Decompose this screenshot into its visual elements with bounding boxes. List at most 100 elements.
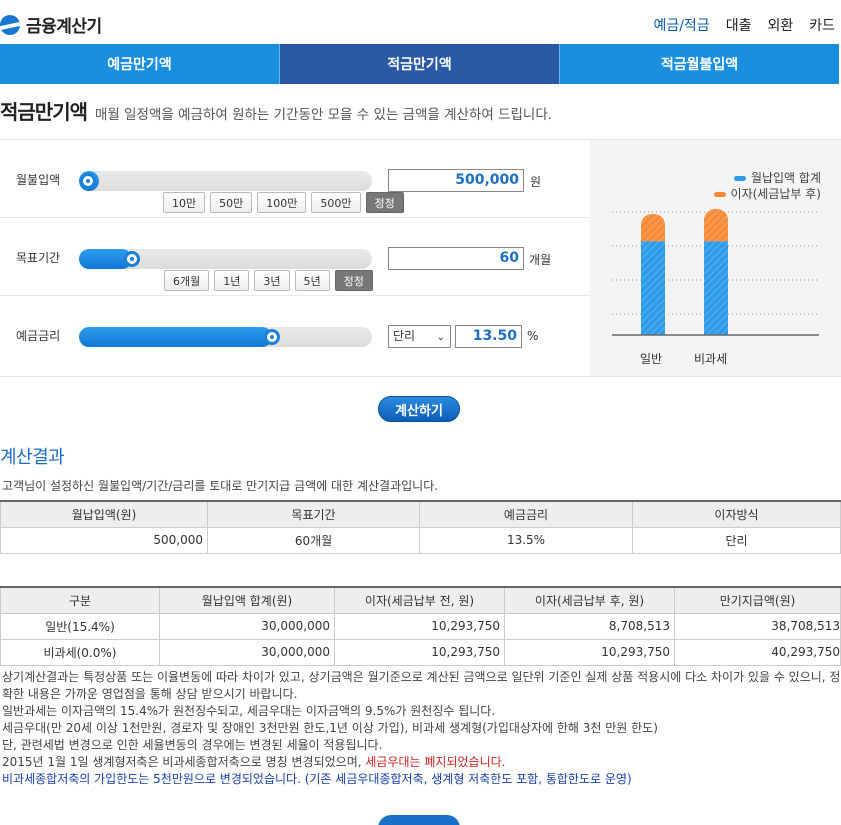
note-line: 단, 관련세법 변경으로 인한 세율변동의 경우에는 변경된 세율이 적용됩니다…	[2, 738, 383, 752]
table-cell: 10,293,750	[504, 638, 675, 666]
table-cell: 8,708,513	[504, 612, 675, 640]
calculate-button[interactable]: 계산하기	[378, 396, 460, 422]
rate-label: 예금금리	[16, 329, 61, 343]
period-row: 목표기간 6개월 1년 3년 5년 정정 60 개월	[0, 218, 590, 296]
period-3y-button[interactable]: 3년	[254, 270, 290, 291]
table-cell: 30,000,000	[159, 638, 335, 666]
table-cell: 500,000	[0, 526, 208, 554]
note-highlight: 세금우대는 폐지되었습니다.	[365, 755, 506, 769]
note-line: 세금우대(만 20세 이상 1천만원, 경로자 및 장애인 3천만원 한도,1년…	[2, 721, 658, 735]
nav-card[interactable]: 카드	[809, 15, 835, 35]
page-subtitle: 매월 일정액을 예금하여 원하는 기간동안 모을 수 있는 금액을 계산하여 드…	[95, 107, 553, 123]
summary-header: 예금금리	[419, 500, 633, 528]
calculator-panel: 월불입액 10만 50만 100만 500만 정정 500,000 원 목표기간…	[0, 139, 841, 377]
summary-header: 목표기간	[207, 500, 420, 528]
table-row: 비과세(0.0%) 30,000,000 10,293,750 10,293,7…	[0, 638, 841, 666]
result-description: 고객님이 설정하신 월불입액/기간/금리를 토대로 만기지급 금액에 대한 계산…	[2, 479, 439, 493]
logo-icon	[0, 14, 20, 35]
tab-bar: 예금만기액 적금만기액 적금월불입액	[0, 44, 839, 84]
period-reset-button[interactable]: 정정	[334, 270, 373, 291]
period-5y-button[interactable]: 5년	[294, 270, 330, 291]
notes: 상기계산결과는 특정상품 또는 이율변동에 따라 차이가 있고, 상기금액은 월…	[2, 669, 841, 788]
bar-principal-0	[641, 241, 665, 335]
tab-savings-monthly[interactable]: 적금월불입액	[560, 44, 839, 84]
stacked-bar-chart	[612, 209, 819, 336]
bar-interest-body-1	[704, 220, 728, 242]
monthly-10man-button[interactable]: 10만	[163, 192, 206, 213]
monthly-row: 월불입액 10만 50만 100만 500만 정정 500,000 원	[0, 140, 590, 218]
nav-deposit[interactable]: 예금/적금	[653, 15, 709, 35]
nav-exchange[interactable]: 외환	[767, 15, 793, 35]
chart-panel: 월납입액 합계 이자(세금납부 후) 일반 비과세	[590, 140, 841, 376]
summary-table: 월납입액(원) 목표기간 예금금리 이자방식 500,000 60개월 13.5…	[0, 500, 841, 554]
top-nav: 예금/적금 대출 외환 카드	[653, 15, 835, 35]
table-cell: 10,293,750	[334, 638, 505, 666]
rate-slider-handle[interactable]	[264, 329, 281, 345]
table-cell: 비과세(0.0%)	[0, 638, 160, 666]
rate-slider[interactable]	[79, 327, 372, 347]
monthly-input[interactable]: 500,000	[388, 169, 524, 192]
period-quick-buttons: 6개월 1년 3년 5년 정정	[164, 270, 373, 291]
detail-header: 월납입액 합계(원)	[159, 586, 335, 614]
table-row: 일반(15.4%) 30,000,000 10,293,750 8,708,51…	[0, 612, 841, 640]
monthly-unit: 원	[530, 175, 542, 189]
note-line: 비과세종합저축의 가입한도는 5천만원으로 변경되었습니다. (기존 세금우대종…	[2, 772, 632, 786]
period-input[interactable]: 60	[388, 247, 524, 270]
table-cell: 10,293,750	[334, 612, 505, 640]
note-line: 일반과세는 이자금액의 15.4%가 원천징수되고, 세금우대는 이자금액의 9…	[2, 704, 496, 718]
table-cell: 일반(15.4%)	[0, 612, 160, 640]
x-label-taxfree: 비과세	[694, 352, 728, 366]
period-slider[interactable]	[79, 249, 372, 269]
period-6m-button[interactable]: 6개월	[164, 270, 210, 291]
interest-method-value: 단리	[393, 329, 416, 343]
page-title: 적금만기액	[0, 100, 88, 124]
table-cell: 38,708,513	[674, 612, 841, 640]
summary-header: 월납입액(원)	[0, 500, 208, 528]
period-unit: 개월	[529, 253, 552, 267]
note-line: 상기계산결과는 특정상품 또는 이율변동에 따라 차이가 있고, 상기금액은 월…	[2, 670, 841, 701]
logo-text: 금융계산기	[26, 17, 102, 37]
result-title: 계산결과	[0, 447, 65, 468]
x-label-general: 일반	[640, 352, 663, 366]
table-cell: 13.5%	[419, 526, 633, 554]
rate-slider-fill	[79, 327, 273, 347]
logo[interactable]: 금융계산기	[0, 12, 102, 37]
table-cell: 단리	[632, 526, 841, 554]
bottom-button[interactable]	[378, 815, 460, 825]
monthly-500man-button[interactable]: 500만	[311, 192, 361, 213]
note-text: 2015년 1월 1일 생계형저축은 비과세종합저축으로 명칭 변경되었으며,	[2, 755, 366, 769]
bar-interest-body-0	[641, 224, 665, 242]
rate-row: 예금금리 단리 ⌄ 13.50 %	[0, 296, 590, 374]
tab-deposit-maturity[interactable]: 예금만기액	[0, 44, 280, 84]
summary-header: 이자방식	[632, 500, 841, 528]
rate-unit: %	[527, 329, 539, 343]
monthly-50man-button[interactable]: 50만	[210, 192, 253, 213]
detail-header: 이자(세금납부 후, 원)	[504, 586, 675, 614]
period-slider-handle[interactable]	[123, 251, 140, 267]
period-1y-button[interactable]: 1년	[214, 270, 250, 291]
table-row: 500,000 60개월 13.5% 단리	[0, 526, 841, 554]
rate-input[interactable]: 13.50	[455, 325, 522, 348]
interest-method-select[interactable]: 단리 ⌄	[388, 325, 451, 348]
note-line: 2015년 1월 1일 생계형저축은 비과세종합저축으로 명칭 변경되었으며, …	[2, 754, 841, 771]
monthly-slider[interactable]	[79, 171, 372, 191]
bar-principal-1	[704, 241, 728, 335]
monthly-100man-button[interactable]: 100만	[257, 192, 307, 213]
period-label: 목표기간	[16, 251, 61, 265]
top-bar: 금융계산기 예금/적금 대출 외환 카드	[0, 0, 841, 44]
tab-savings-maturity[interactable]: 적금만기액	[280, 44, 560, 84]
detail-table: 구분 월납입액 합계(원) 이자(세금납부 전, 원) 이자(세금납부 후, 원…	[0, 586, 841, 666]
monthly-label: 월불입액	[16, 173, 61, 187]
detail-header: 구분	[0, 586, 160, 614]
chevron-down-icon: ⌄	[436, 332, 445, 343]
table-cell: 40,293,750	[674, 638, 841, 666]
monthly-slider-handle[interactable]	[79, 173, 96, 189]
detail-header: 이자(세금납부 전, 원)	[334, 586, 505, 614]
table-cell: 30,000,000	[159, 612, 335, 640]
monthly-reset-button[interactable]: 정정	[365, 192, 404, 213]
page-heading: 적금만기액 매월 일정액을 예금하여 원하는 기간동안 모을 수 있는 금액을 …	[0, 96, 552, 125]
nav-loan[interactable]: 대출	[726, 15, 752, 35]
monthly-quick-buttons: 10만 50만 100만 500만 정정	[163, 192, 404, 213]
table-cell: 60개월	[207, 526, 420, 554]
detail-header: 만기지급액(원)	[674, 586, 841, 614]
